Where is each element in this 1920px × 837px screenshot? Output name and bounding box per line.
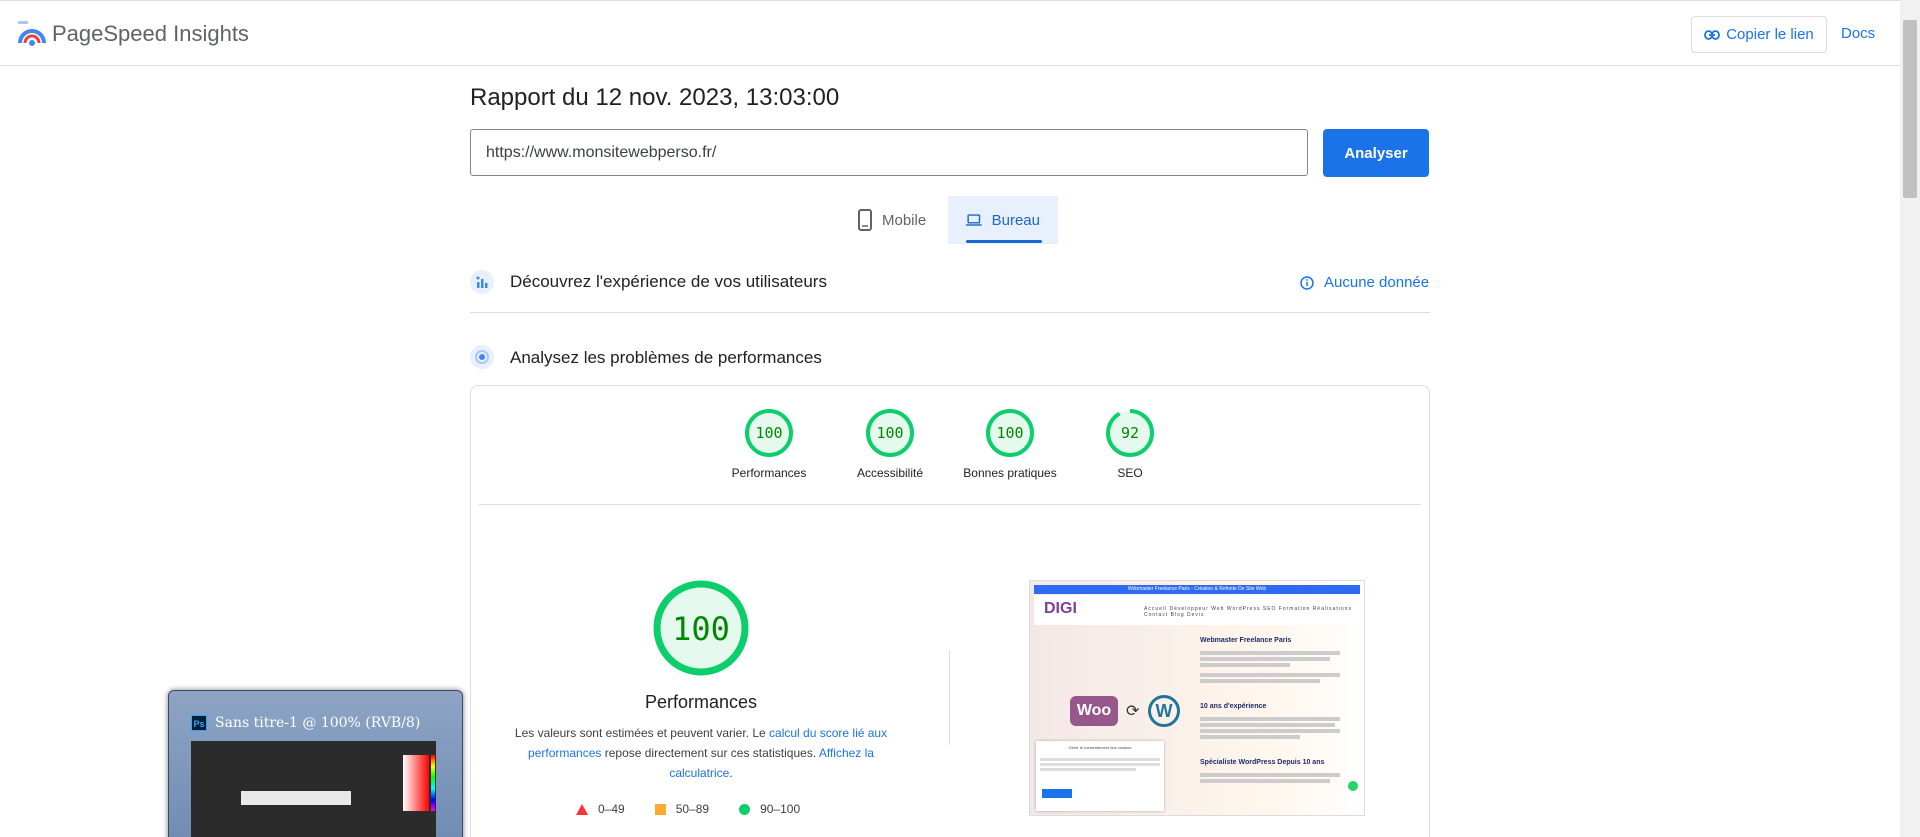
legend-average: 50–89 [654,802,710,816]
taskbar-window-preview[interactable]: Ps Sans titre-1 @ 100% (RVB/8) [168,690,463,837]
legend-label: 0–49 [598,802,625,816]
tab-desktop-label: Bureau [991,211,1040,229]
whatsapp-icon [1348,781,1358,791]
score-label: Accessibilité [856,466,924,480]
laptop-icon [966,214,982,226]
preview-color-picker [403,755,435,811]
performance-section-title: Analysez les problèmes de performances [510,348,822,367]
gauge-ring: 92 [1106,409,1154,457]
top-header: PageSpeed Insights Copier le lien Docs [0,0,1900,66]
main-score-label: Performances [644,692,758,712]
score-value: 92 [1121,424,1139,442]
gauges-divider [479,504,1421,505]
no-data-indicator[interactable]: Aucune donnée [1300,274,1429,291]
triangle-icon [576,803,588,815]
photoshop-icon: Ps [191,715,207,731]
score-description: Les valeurs sont estimées et peuvent var… [510,723,892,783]
thumbnail-paragraph [1200,715,1350,741]
preview-window-thumbnail [191,741,436,837]
thumbnail-logo: DIGI [1044,600,1077,617]
section-divider [470,312,1430,313]
main-score-value: 100 [672,610,730,648]
thumbnail-heading: 10 ans d'expérience [1200,703,1267,710]
analyze-button[interactable]: Analyser [1323,129,1429,177]
preview-window-title: Sans titre-1 @ 100% (RVB/8) [215,715,421,731]
gauge-ring: 100 [986,409,1034,457]
desc-text: . [729,766,733,780]
copy-link-label: Copier le lien [1726,26,1814,43]
info-icon [1300,275,1314,290]
user-experience-icon [470,270,494,294]
wordpress-logo: W [1148,695,1180,727]
app-title[interactable]: PageSpeed Insights [52,21,249,47]
cookie-accept-button [1042,789,1072,798]
page-scrollbar[interactable] [1900,0,1920,837]
docs-link[interactable]: Docs [1841,25,1875,42]
score-gauge-seo[interactable]: 92 SEO [1075,408,1185,480]
performance-diagnostics-icon [470,345,494,369]
thumbnail-top-bar: Webmaster Freelance Paris - Création & R… [1034,585,1360,594]
thumbnail-menu: Accueil Développeur Web WordPress SEO Fo… [1144,606,1352,618]
link-icon [1704,29,1721,40]
tab-mobile[interactable]: Mobile [840,196,944,244]
vertical-divider [949,650,950,745]
tab-mobile-label: Mobile [882,211,927,229]
score-gauge-best-practices[interactable]: 100 Bonnes pratiques [955,408,1065,480]
circle-icon [739,803,751,815]
thumbnail-paragraph [1200,771,1350,785]
url-input[interactable] [470,129,1308,176]
square-icon [654,803,666,815]
score-value: 100 [876,424,903,442]
woocommerce-logo: Woo [1070,696,1118,726]
smartphone-icon [858,209,872,231]
report-title: Rapport du 12 nov. 2023, 13:03:00 [470,84,840,111]
selected-tab-indicator [966,240,1042,243]
legend-fail: 0–49 [576,802,625,816]
score-value: 100 [755,424,782,442]
desc-text: repose directement sur ces statistiques. [601,746,819,760]
thumbnail-paragraph [1200,649,1350,685]
thumbnail-nav: DIGI Accueil Développeur Web WordPress S… [1034,595,1360,625]
gauge-ring: 100 [745,409,793,457]
score-label: Performances [731,466,807,480]
legend-label: 50–89 [675,802,710,816]
no-data-label: Aucune donnée [1324,274,1430,291]
score-label: SEO [1117,466,1143,480]
score-gauge-accessibility[interactable]: 100 Accessibilité [835,408,945,480]
performance-main-gauge: 100 [653,580,749,676]
gauge-ring: 100 [866,409,914,457]
score-value: 100 [996,424,1023,442]
thumbnail-heading: Webmaster Freelance Paris [1200,637,1292,644]
pagespeed-logo-icon [18,21,46,46]
tab-desktop[interactable]: Bureau [948,196,1058,244]
score-gauge-performance[interactable]: 100 Performances [714,408,824,480]
desc-text: Les valeurs sont estimées et peuvent var… [514,726,770,740]
thumbnail-heading: Spécialiste WordPress Depuis 10 ans [1200,759,1325,766]
legend-pass: 90–100 [739,802,800,816]
sync-icon: ⟳ [1126,703,1140,720]
cookie-title: Gérer le consentement aux cookies [1068,745,1132,750]
preview-canvas [241,791,351,805]
score-legend: 0–49 50–89 90–100 [576,802,800,816]
score-label: Bonnes pratiques [963,466,1057,480]
thumbnail-cookie-banner: Gérer le consentement aux cookies [1036,741,1164,811]
ux-section-title: Découvrez l'expérience de vos utilisateu… [510,272,827,291]
legend-label: 90–100 [760,802,801,816]
copy-link-button[interactable]: Copier le lien [1691,16,1827,53]
page-screenshot-thumbnail: Webmaster Freelance Paris - Création & R… [1029,580,1365,816]
scrollbar-thumb[interactable] [1903,20,1917,198]
